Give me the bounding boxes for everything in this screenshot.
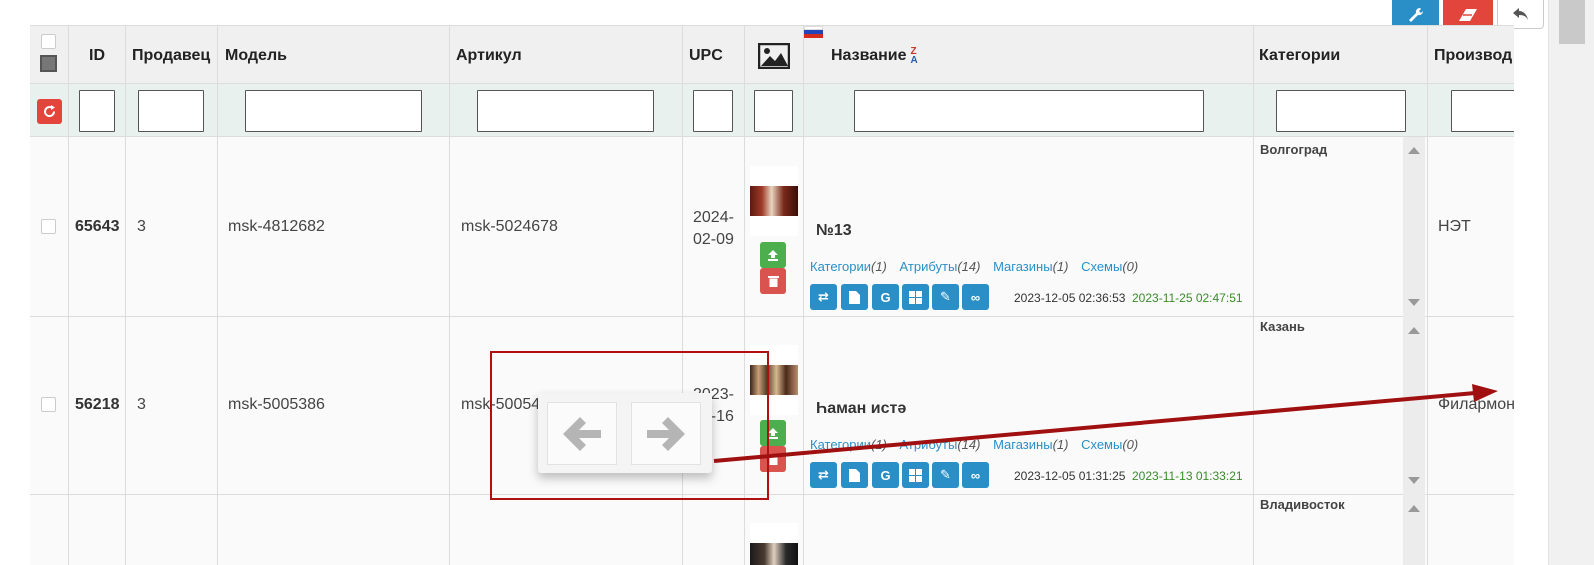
product-list-page: ID Продавец Модель Артикул UPC Название … <box>0 0 1594 565</box>
annotation-arrow <box>713 384 1498 463</box>
